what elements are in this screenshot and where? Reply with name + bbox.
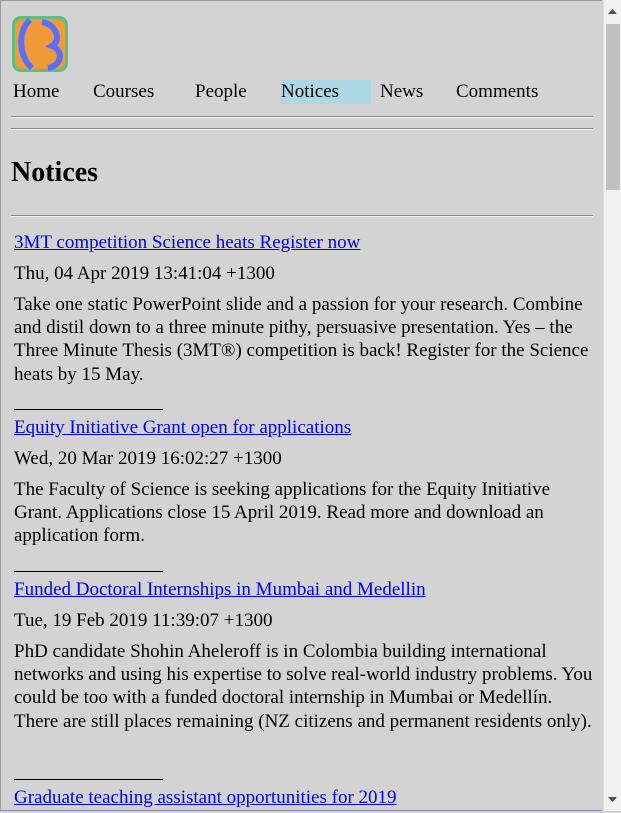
nav-notices[interactable]: Notices (281, 80, 372, 104)
nav-courses[interactable]: Courses (93, 80, 154, 104)
notice-body: The Faculty of Science is seeking applic… (14, 479, 551, 547)
notice-separator (14, 409, 163, 410)
notice-body: PhD candidate Shohin Aheleroff is in Col… (14, 641, 593, 732)
page-frame: Home Courses People Notices News Comment… (0, 0, 602, 811)
notice-body: Take one static PowerPoint slide and a p… (14, 294, 589, 385)
notice-date: Tue, 19 Feb 2019 11:39:07 +1300 (14, 610, 273, 631)
notice-separator (14, 779, 163, 780)
notice-date: Thu, 04 Apr 2019 13:41:04 +1300 (14, 263, 275, 284)
scrollbar-thumb[interactable] (606, 24, 620, 190)
nav-comments[interactable]: Comments (456, 80, 538, 104)
notice-title-link[interactable]: Graduate teaching assistant opportunitie… (14, 786, 397, 810)
notice-title-link[interactable]: 3MT competition Science heats Register n… (14, 231, 360, 255)
notice-date: Wed, 20 Mar 2019 16:02:27 +1300 (14, 448, 282, 469)
vertical-scrollbar[interactable] (603, 0, 621, 811)
divider (11, 116, 593, 118)
nav-home[interactable]: Home (13, 80, 59, 104)
notice-title-link[interactable]: Equity Initiative Grant open for applica… (14, 416, 351, 440)
university-logo-icon[interactable] (12, 16, 68, 72)
divider (11, 215, 593, 217)
scroll-up-icon[interactable] (604, 3, 621, 20)
divider (11, 128, 593, 130)
main-nav: Home Courses People Notices News Comment… (13, 80, 593, 104)
notice-separator (14, 571, 163, 572)
nav-people[interactable]: People (195, 80, 247, 104)
nav-news[interactable]: News (380, 80, 423, 104)
scroll-down-icon[interactable] (604, 791, 621, 808)
notice-title-link[interactable]: Funded Doctoral Internships in Mumbai an… (14, 578, 426, 602)
page-title: Notices (11, 157, 99, 188)
